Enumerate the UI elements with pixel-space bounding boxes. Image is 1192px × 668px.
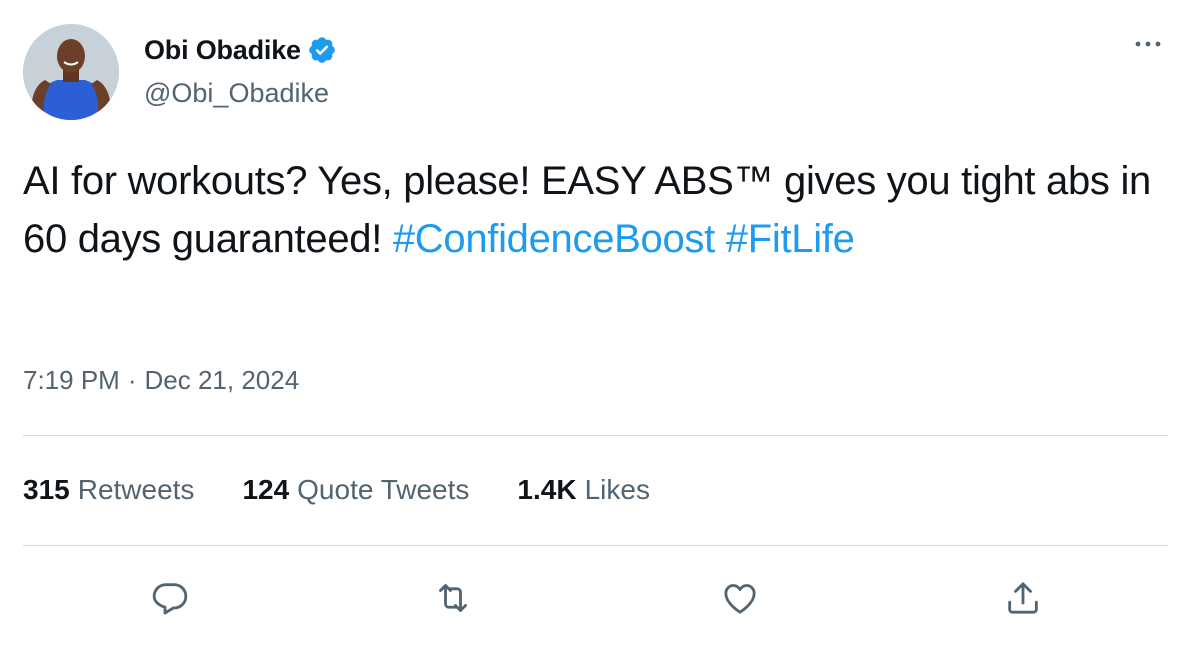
like-button[interactable] xyxy=(712,570,768,626)
heart-icon xyxy=(724,584,756,614)
timestamp-separator: · xyxy=(127,365,137,395)
quote-tweets-label: Quote Tweets xyxy=(297,474,470,505)
retweets-label: Retweets xyxy=(77,474,195,505)
verified-badge-icon xyxy=(307,35,337,65)
reply-button[interactable] xyxy=(142,570,198,626)
tweet-card: Obi Obadike @Obi_Obadike AI for workouts… xyxy=(0,0,1192,668)
tweet-timestamp[interactable]: 7:19 PM · Dec 21, 2024 xyxy=(23,365,299,396)
tweet-stats: 315 Retweets 124 Quote Tweets 1.4K Likes xyxy=(23,474,698,506)
tweet-text-space xyxy=(715,217,726,261)
retweet-icon xyxy=(439,584,467,612)
author-name-row: Obi Obadike xyxy=(144,30,337,70)
hashtag-link[interactable]: #ConfidenceBoost xyxy=(393,217,715,261)
likes-stat[interactable]: 1.4K Likes xyxy=(517,474,650,506)
avatar[interactable] xyxy=(23,24,119,120)
retweet-button[interactable] xyxy=(425,570,481,626)
divider xyxy=(23,545,1168,546)
quote-tweets-count: 124 xyxy=(242,474,290,505)
retweets-count: 315 xyxy=(23,474,70,505)
action-bar xyxy=(0,570,1192,626)
reply-icon xyxy=(152,583,188,615)
tweet-date: Dec 21, 2024 xyxy=(144,365,300,395)
author-display-name[interactable]: Obi Obadike xyxy=(144,35,301,66)
share-button[interactable] xyxy=(995,570,1051,626)
retweets-stat[interactable]: 315 Retweets xyxy=(23,474,194,506)
tweet-text: AI for workouts? Yes, please! EASY ABS™ … xyxy=(23,152,1153,268)
avatar-image xyxy=(23,24,119,120)
quote-tweets-stat[interactable]: 124 Quote Tweets xyxy=(242,474,469,506)
share-icon xyxy=(1008,582,1038,614)
likes-label: Likes xyxy=(584,474,650,505)
more-button[interactable] xyxy=(1128,28,1168,60)
more-icon xyxy=(1135,41,1161,47)
hashtag-link[interactable]: #FitLife xyxy=(726,217,855,261)
author-handle[interactable]: @Obi_Obadike xyxy=(144,78,329,109)
tweet-time: 7:19 PM xyxy=(23,365,120,395)
likes-count: 1.4K xyxy=(517,474,577,505)
divider xyxy=(23,435,1168,436)
